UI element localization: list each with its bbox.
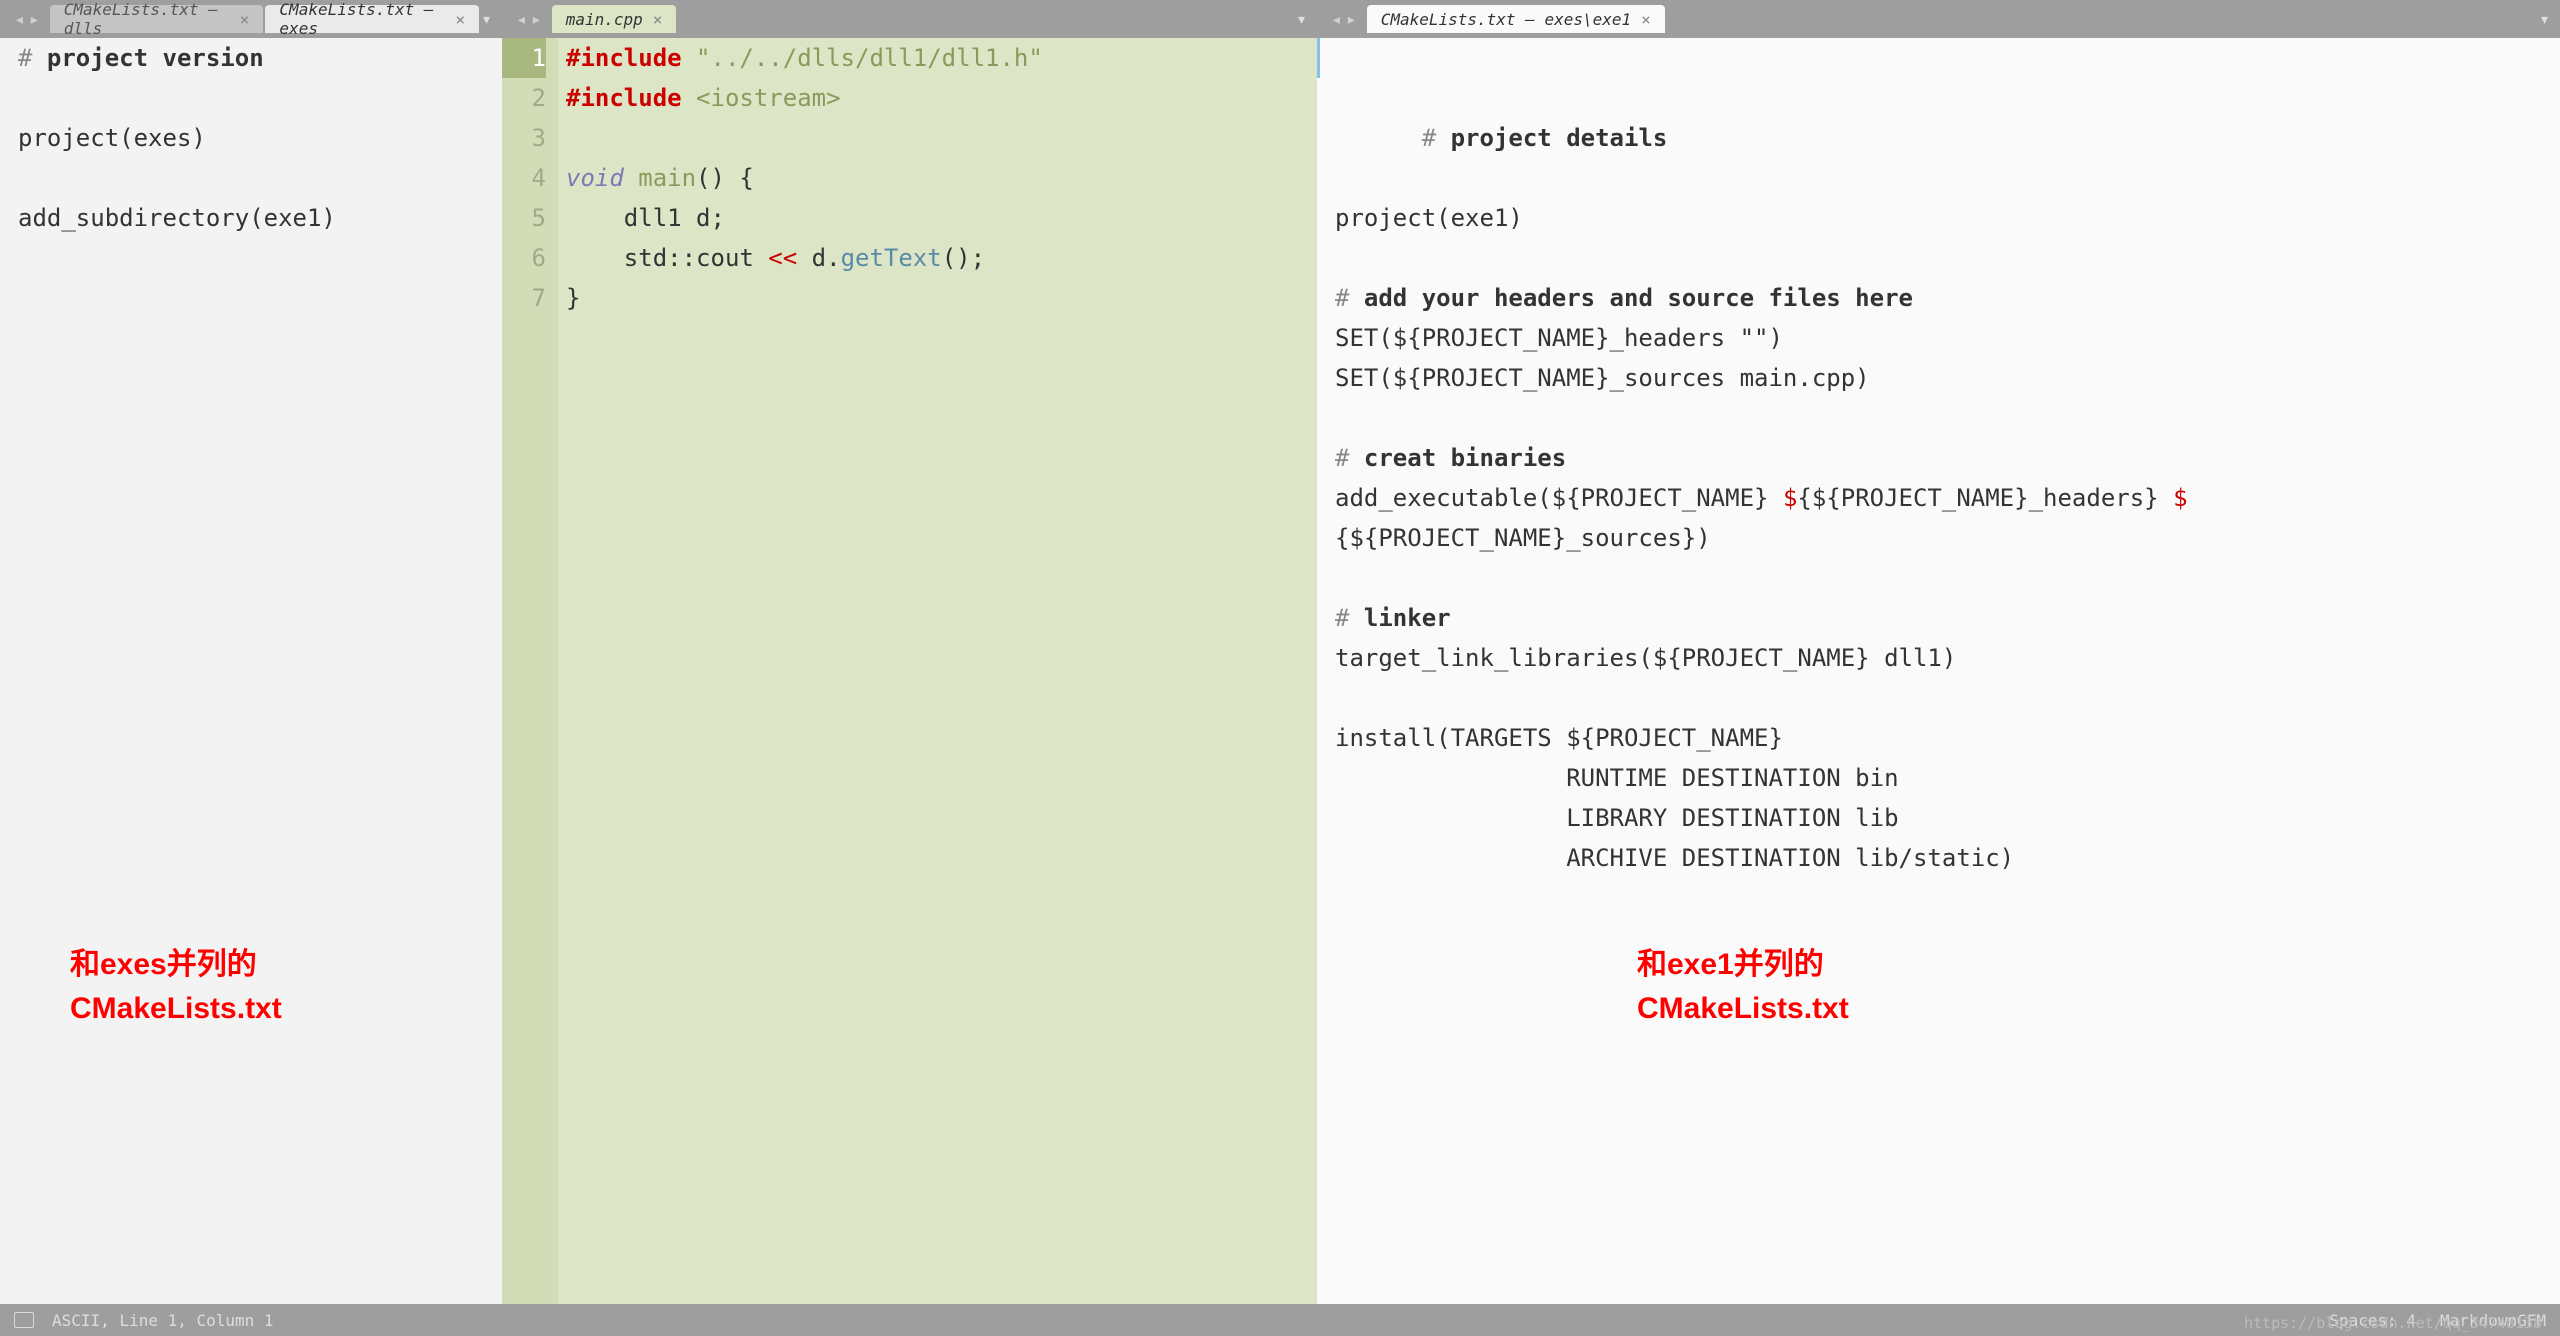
tab-nav-arrows: ◂ ▸ [508, 9, 550, 30]
annotation-left: 和exes并列的CMakeLists.txt [70, 943, 282, 1031]
code-content-middle[interactable]: #include "../../dlls/dll1/dll1.h" #inclu… [558, 38, 1317, 1304]
status-cursor-info[interactable]: ASCII, Line 1, Column 1 [52, 1311, 274, 1330]
watermark-text: https://blog.csdn.net/qq_34748138 [2244, 1314, 2542, 1332]
status-bar: ASCII, Line 1, Column 1 Spaces: 4 Markdo… [0, 1304, 2560, 1336]
status-left-group: ASCII, Line 1, Column 1 [14, 1311, 274, 1330]
editor-split-view: ◂ ▸ CMakeLists.txt — dlls × CMakeLists.t… [0, 0, 2560, 1304]
tab-label: main.cpp [566, 10, 643, 29]
tab-nav-arrows: ◂ ▸ [1323, 9, 1365, 30]
tab-nav-arrows: ◂ ▸ [6, 9, 48, 30]
close-icon[interactable]: × [1641, 10, 1651, 29]
code-content-left[interactable]: # project version project(exes) add_subd… [0, 38, 502, 238]
line-numbers: 1234567 [502, 38, 558, 1304]
tab-history-forward-icon[interactable]: ▸ [1346, 9, 1357, 30]
tab-history-back-icon[interactable]: ◂ [14, 9, 25, 30]
tab-bar-middle: ◂ ▸ main.cpp × ▾ [502, 0, 1317, 38]
tab-main-cpp[interactable]: main.cpp × [552, 5, 677, 33]
tab-label: CMakeLists.txt — exes\exe1 [1381, 10, 1631, 29]
tab-cmakelists-exes[interactable]: CMakeLists.txt — exes × [265, 5, 479, 33]
tab-bar-left: ◂ ▸ CMakeLists.txt — dlls × CMakeLists.t… [0, 0, 502, 38]
tab-history-back-icon[interactable]: ◂ [1331, 9, 1342, 30]
panel-toggle-icon[interactable] [14, 1312, 34, 1328]
pane-left: ◂ ▸ CMakeLists.txt — dlls × CMakeLists.t… [0, 0, 502, 1304]
tab-cmakelists-exe1[interactable]: CMakeLists.txt — exes\exe1 × [1367, 5, 1665, 33]
annotation-right: 和exe1并列的CMakeLists.txt [1637, 943, 1849, 1031]
tab-overflow-dropdown-icon[interactable]: ▾ [1296, 9, 1307, 30]
tab-overflow-dropdown-icon[interactable]: ▾ [481, 9, 492, 30]
tab-overflow-dropdown-icon[interactable]: ▾ [2539, 9, 2550, 30]
editor-middle[interactable]: 1234567 #include "../../dlls/dll1/dll1.h… [502, 38, 1317, 1304]
editor-right[interactable]: # project details project(exe1) # add yo… [1317, 38, 2560, 1304]
tab-history-back-icon[interactable]: ◂ [516, 9, 527, 30]
tab-history-forward-icon[interactable]: ▸ [29, 9, 40, 30]
tab-label: CMakeLists.txt — dlls [64, 0, 230, 38]
close-icon[interactable]: × [653, 10, 663, 29]
pane-middle: ◂ ▸ main.cpp × ▾ 1234567 #include "../..… [502, 0, 1317, 1304]
cursor-indicator [1317, 38, 1320, 78]
editor-left[interactable]: # project version project(exes) add_subd… [0, 38, 502, 1304]
close-icon[interactable]: × [456, 10, 466, 29]
close-icon[interactable]: × [240, 10, 250, 29]
code-content-right[interactable]: # project details project(exe1) # add yo… [1317, 38, 2560, 878]
tab-cmakelists-dlls[interactable]: CMakeLists.txt — dlls × [50, 5, 264, 33]
tab-history-forward-icon[interactable]: ▸ [531, 9, 542, 30]
tab-bar-right: ◂ ▸ CMakeLists.txt — exes\exe1 × ▾ [1317, 0, 2560, 38]
tab-label: CMakeLists.txt — exes [279, 0, 445, 38]
pane-right: ◂ ▸ CMakeLists.txt — exes\exe1 × ▾ # pro… [1317, 0, 2560, 1304]
